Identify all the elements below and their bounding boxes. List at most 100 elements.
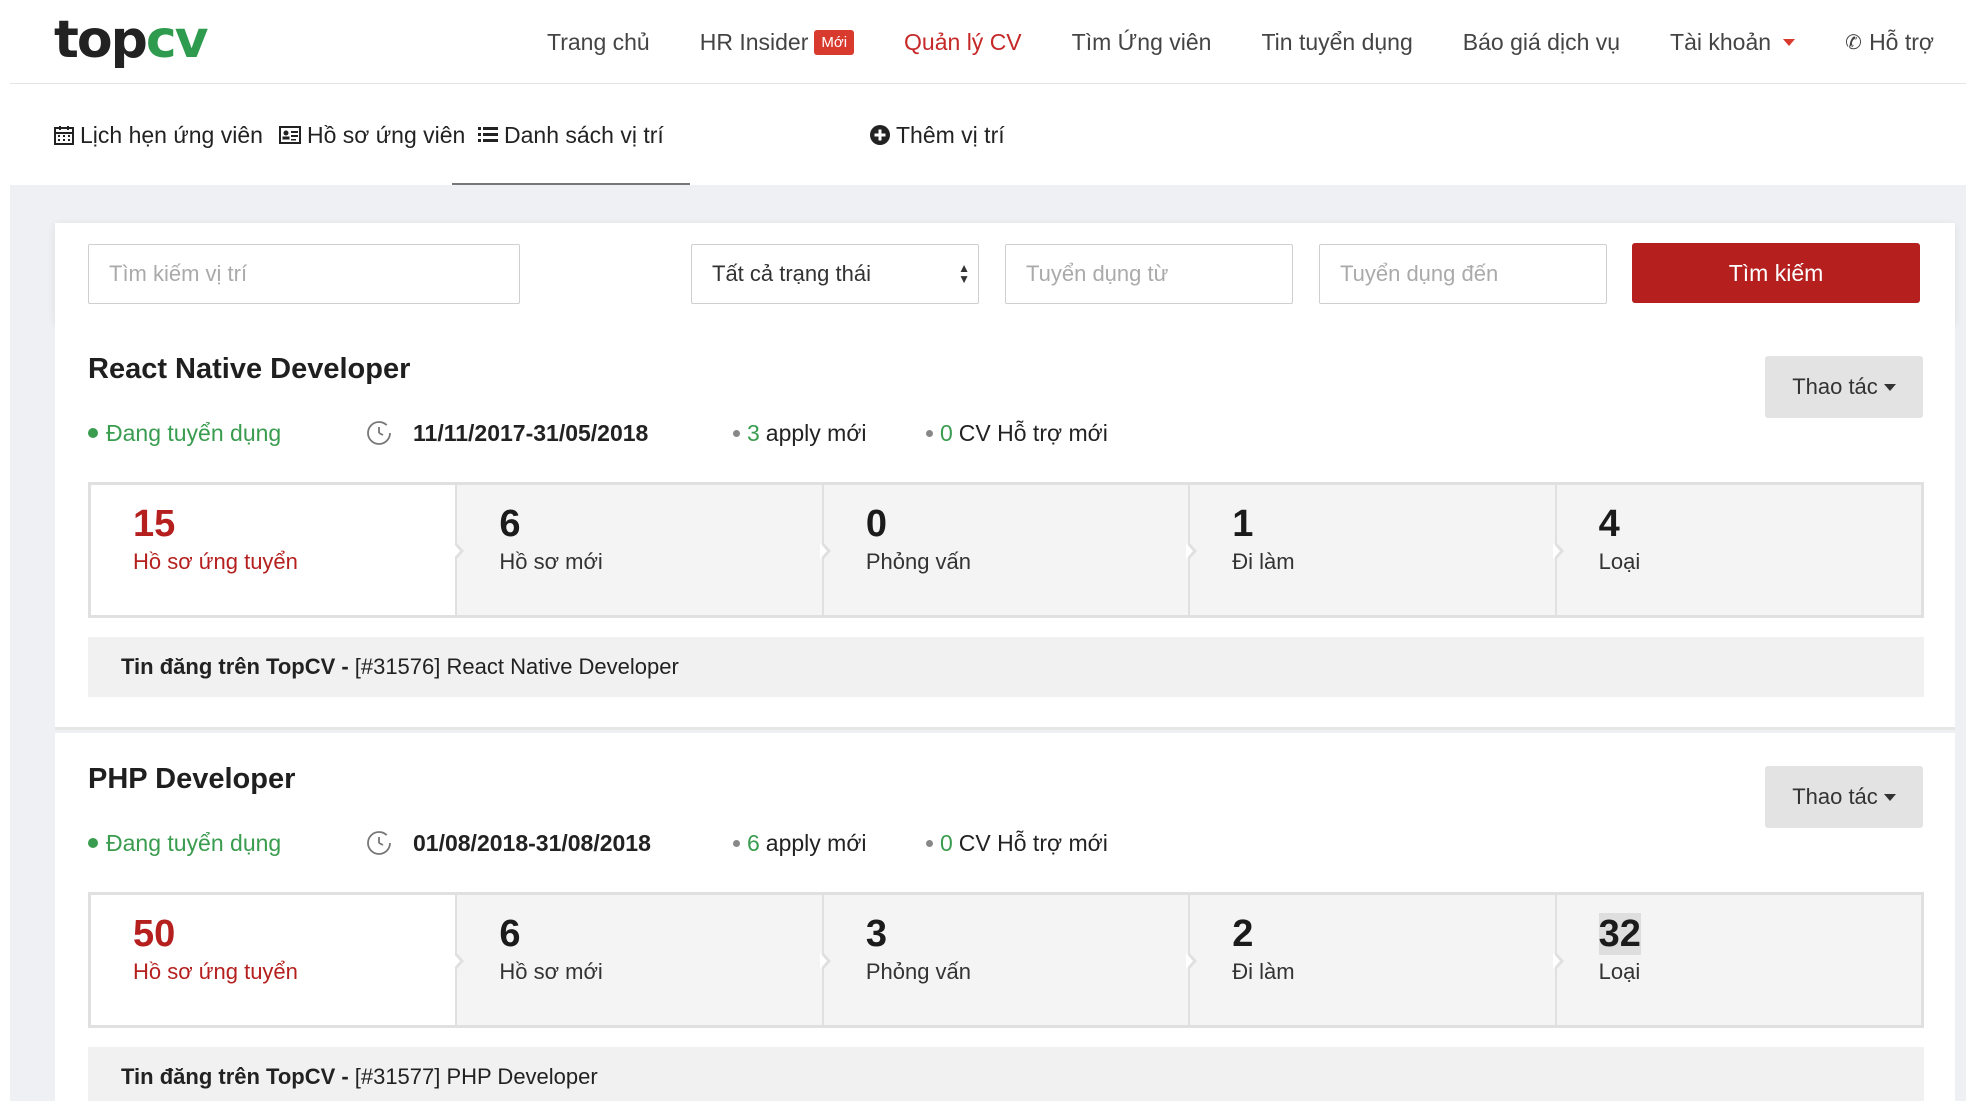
stat-hired[interactable]: 1 Đi làm: [1186, 485, 1555, 615]
logo-text-cv: cv: [145, 10, 209, 70]
job-status-label: Đang tuyển dụng: [106, 419, 282, 446]
tab-schedule-label: Lịch hẹn ứng viên: [80, 121, 263, 148]
id-card-icon: [279, 126, 301, 144]
caret-down-icon: [1783, 38, 1796, 46]
tab-profiles[interactable]: Hồ sơ ứng viên: [279, 85, 465, 185]
clock-icon: [367, 831, 391, 855]
new-applies-label: apply mới: [765, 829, 867, 856]
stat-new-profiles[interactable]: 6 Hồ sơ mới: [453, 485, 822, 615]
stat-value: 3: [865, 913, 887, 955]
status-select[interactable]: Tất cả trạng thái ▲ ▼: [691, 244, 979, 304]
chevron-right-icon: [453, 951, 465, 971]
job-source-link[interactable]: [#31577] PHP Developer: [355, 1064, 598, 1090]
stat-label: Hồ sơ mới: [499, 959, 603, 984]
nav-support[interactable]: ✆ Hỗ trợ: [1845, 29, 1934, 56]
nav-manage-cv[interactable]: Quản lý CV: [904, 29, 1022, 56]
stat-interview[interactable]: 3 Phỏng vấn: [819, 895, 1189, 1025]
actions-label: Thao tác: [1792, 784, 1878, 809]
chevron-right-icon: [1552, 541, 1564, 561]
stat-value: 32: [1598, 913, 1641, 955]
new-support-cvs-label: CV Hỗ trợ mới: [958, 419, 1108, 446]
actions-label: Thao tác: [1792, 374, 1878, 399]
chevron-right-icon: [819, 541, 831, 561]
job-card: PHP Developer Thao tác Đang tuyển dụng 0…: [55, 733, 1955, 1101]
new-applies-count: 6: [747, 829, 760, 856]
chevron-right-icon: [453, 541, 465, 561]
top-navbar: topcv Trang chủ HR Insider Mới Quản lý CV…: [10, 0, 1966, 84]
job-meta: Đang tuyển dụng 01/08/2018-31/08/2018 6a…: [88, 828, 1288, 858]
actions-dropdown-button[interactable]: Thao tác: [1765, 766, 1923, 828]
stat-label: Phỏng vấn: [865, 549, 972, 574]
bullet-icon: [733, 839, 740, 847]
list-icon: [478, 126, 498, 144]
search-panel: Tìm kiếm vị trí Tất cả trạng thái ▲ ▼ Tuy…: [55, 223, 1955, 323]
stat-rejected[interactable]: 4 Loại: [1552, 485, 1922, 615]
stat-label: Hồ sơ mới: [499, 549, 603, 574]
new-support-cvs: 0 CV Hỗ trợ mới: [926, 830, 1108, 857]
stat-value: 4: [1598, 503, 1620, 545]
job-source-prefix: Tin đăng trên TopCV -: [121, 654, 349, 679]
stat-label: Phỏng vấn: [865, 959, 972, 984]
clock-icon: [367, 421, 391, 445]
caret-down-icon: [1883, 383, 1896, 391]
stat-value: 2: [1232, 913, 1254, 955]
stat-value: 6: [499, 503, 521, 545]
bullet-icon: [733, 429, 740, 437]
stat-value: 6: [499, 913, 521, 955]
actions-dropdown-button[interactable]: Thao tác: [1765, 356, 1923, 418]
nav-job-posts[interactable]: Tin tuyển dụng: [1261, 29, 1412, 56]
date-to-input[interactable]: Tuyển dụng đến: [1319, 244, 1607, 304]
status-dot-icon: [88, 838, 98, 848]
new-support-cvs: 0 CV Hỗ trợ mới: [926, 420, 1108, 447]
stat-value: 0: [865, 503, 887, 545]
tab-add-position[interactable]: Thêm vị trí: [870, 85, 1005, 185]
date-from-input[interactable]: Tuyển dụng từ: [1005, 244, 1293, 304]
stats-pipeline: 15 Hồ sơ ứng tuyển 6 Hồ sơ mới 0 Phỏng vấn …: [88, 482, 1924, 618]
stat-label: Hồ sơ ứng tuyển: [133, 959, 298, 984]
nav-pricing[interactable]: Báo giá dịch vụ: [1463, 29, 1620, 56]
stat-applications[interactable]: 15 Hồ sơ ứng tuyển: [91, 485, 456, 615]
topcv-logo[interactable]: topcv: [54, 10, 209, 70]
select-arrows-icon: ▲ ▼: [958, 261, 970, 286]
stat-hired[interactable]: 2 Đi làm: [1186, 895, 1555, 1025]
plus-circle-icon: [870, 125, 890, 145]
nav-hr-insider[interactable]: HR Insider Mới: [699, 28, 855, 56]
nav-account[interactable]: Tài khoản: [1670, 28, 1796, 56]
stat-interview[interactable]: 0 Phỏng vấn: [819, 485, 1189, 615]
job-source-link[interactable]: [#31576] React Native Developer: [355, 654, 679, 680]
sub-navbar: Lịch hẹn ứng viên Hồ sơ ứng viên Danh sá…: [10, 85, 1966, 185]
bullet-icon: [926, 839, 933, 847]
job-title[interactable]: React Native Developer: [88, 353, 410, 386]
chevron-right-icon: [819, 951, 831, 971]
stat-new-profiles[interactable]: 6 Hồ sơ mới: [453, 895, 822, 1025]
stat-rejected[interactable]: 32 Loại: [1552, 895, 1922, 1025]
stat-label: Loại: [1598, 959, 1641, 984]
job-title[interactable]: PHP Developer: [88, 763, 295, 796]
nav-hr-insider-label: HR Insider: [699, 28, 809, 55]
nav-account-label: Tài khoản: [1670, 28, 1772, 55]
tab-positions[interactable]: Danh sách vị trí: [452, 85, 690, 185]
chevron-right-icon: [1186, 541, 1198, 561]
chevron-right-icon: [1552, 951, 1564, 971]
stat-label: Hồ sơ ứng tuyển: [133, 549, 298, 574]
tab-profiles-label: Hồ sơ ứng viên: [307, 121, 466, 148]
nav-find-candidates[interactable]: Tìm Ứng viên: [1072, 29, 1212, 56]
stats-pipeline: 50 Hồ sơ ứng tuyển 6 Hồ sơ mới 3 Phỏng vấn …: [88, 892, 1924, 1028]
bullet-icon: [926, 429, 933, 437]
main-menu: Trang chủ HR Insider Mới Quản lý CV Tìm Ứ…: [547, 0, 1934, 84]
tab-schedule[interactable]: Lịch hẹn ứng viên: [54, 85, 263, 185]
stat-label: Loại: [1598, 549, 1641, 574]
calendar-icon: [54, 125, 74, 145]
status-select-value: Tất cả trạng thái: [712, 261, 871, 286]
tab-add-position-label: Thêm vị trí: [896, 121, 1005, 148]
stat-applications[interactable]: 50 Hồ sơ ứng tuyển: [91, 895, 456, 1025]
position-search-input[interactable]: Tìm kiếm vị trí: [88, 244, 520, 304]
job-meta: Đang tuyển dụng 11/11/2017-31/05/2018 3a…: [88, 418, 1288, 448]
search-button[interactable]: Tìm kiếm: [1632, 243, 1920, 303]
job-card: React Native Developer Thao tác Đang tuy…: [55, 323, 1955, 730]
job-source: Tin đăng trên TopCV - [#31576] React Nati…: [88, 637, 1924, 697]
job-source-prefix: Tin đăng trên TopCV -: [121, 1064, 349, 1089]
new-applies: 6 apply mới: [733, 830, 867, 857]
nav-home[interactable]: Trang chủ: [547, 29, 650, 56]
stat-value: 50: [133, 913, 176, 955]
